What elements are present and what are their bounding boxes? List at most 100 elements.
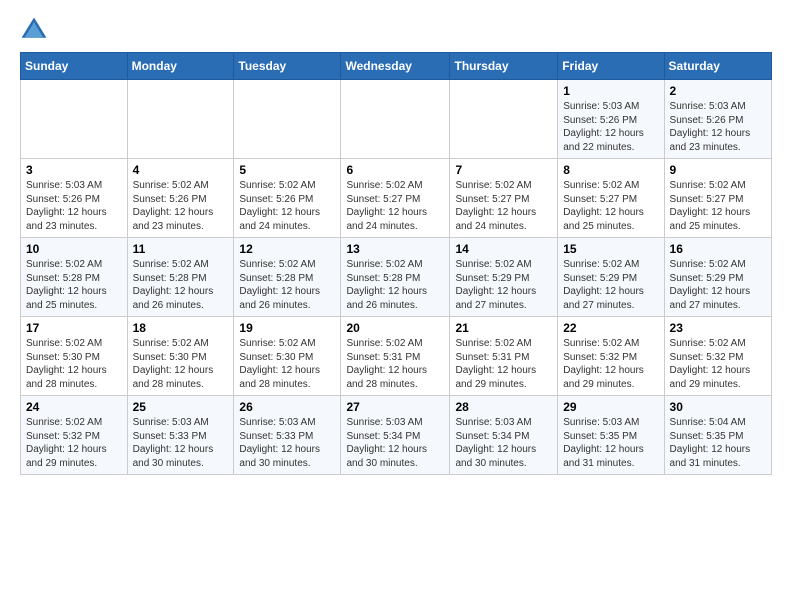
day-info: Sunrise: 5:02 AM Sunset: 5:29 PM Dayligh… bbox=[455, 258, 552, 312]
day-info: Sunrise: 5:02 AM Sunset: 5:28 PM Dayligh… bbox=[133, 258, 229, 312]
day-cell bbox=[21, 80, 128, 159]
day-number: 26 bbox=[239, 400, 335, 414]
day-cell: 5 Sunrise: 5:02 AM Sunset: 5:26 PM Daylig… bbox=[234, 159, 341, 238]
day-number: 22 bbox=[563, 321, 658, 335]
day-number: 3 bbox=[26, 163, 122, 177]
day-info: Sunrise: 5:03 AM Sunset: 5:35 PM Dayligh… bbox=[563, 416, 658, 470]
day-cell: 4Sunrise: 5:02 AM Sunset: 5:26 PM Daylig… bbox=[127, 159, 234, 238]
week-row-2: 3 Sunrise: 5:03 AM Sunset: 5:26 PM Daylig… bbox=[21, 159, 772, 238]
day-info: Sunrise: 5:02 AM Sunset: 5:29 PM Dayligh… bbox=[670, 258, 766, 312]
day-info: Sunrise: 5:02 AM Sunset: 5:30 PM Dayligh… bbox=[133, 337, 229, 391]
day-number: 5 bbox=[239, 163, 335, 177]
day-info: Sunrise: 5:02 AM Sunset: 5:30 PM Dayligh… bbox=[26, 337, 122, 391]
day-number: 28 bbox=[455, 400, 552, 414]
day-cell: 7 Sunrise: 5:02 AM Sunset: 5:27 PM Daylig… bbox=[450, 159, 558, 238]
day-cell: 19 Sunrise: 5:02 AM Sunset: 5:30 PM Dayli… bbox=[234, 317, 341, 396]
logo-icon bbox=[20, 16, 48, 44]
day-number: 23 bbox=[670, 321, 766, 335]
header bbox=[20, 16, 772, 44]
day-info: Sunrise: 5:02 AM Sunset: 5:27 PM Dayligh… bbox=[455, 179, 552, 233]
day-cell: 28 Sunrise: 5:03 AM Sunset: 5:34 PM Dayli… bbox=[450, 396, 558, 475]
day-info: Sunrise: 5:02 AM Sunset: 5:31 PM Dayligh… bbox=[455, 337, 552, 391]
day-info: Sunrise: 5:02 AM Sunset: 5:26 PM Dayligh… bbox=[239, 179, 335, 233]
day-cell: 13 Sunrise: 5:02 AM Sunset: 5:28 PM Dayli… bbox=[341, 238, 450, 317]
col-header-thursday: Thursday bbox=[450, 53, 558, 80]
col-header-wednesday: Wednesday bbox=[341, 53, 450, 80]
day-number: 12 bbox=[239, 242, 335, 256]
day-info: Sunrise: 5:02 AM Sunset: 5:27 PM Dayligh… bbox=[563, 179, 658, 233]
week-row-3: 10 Sunrise: 5:02 AM Sunset: 5:28 PM Dayli… bbox=[21, 238, 772, 317]
day-number: 8 bbox=[563, 163, 658, 177]
calendar-header-row: SundayMondayTuesdayWednesdayThursdayFrid… bbox=[21, 53, 772, 80]
day-cell: 20 Sunrise: 5:02 AM Sunset: 5:31 PM Dayli… bbox=[341, 317, 450, 396]
day-cell: 6 Sunrise: 5:02 AM Sunset: 5:27 PM Daylig… bbox=[341, 159, 450, 238]
day-number: 15 bbox=[563, 242, 658, 256]
day-cell: 21 Sunrise: 5:02 AM Sunset: 5:31 PM Dayli… bbox=[450, 317, 558, 396]
day-number: 24 bbox=[26, 400, 122, 414]
day-cell: 26 Sunrise: 5:03 AM Sunset: 5:33 PM Dayli… bbox=[234, 396, 341, 475]
day-number: 25 bbox=[133, 400, 229, 414]
day-cell: 24Sunrise: 5:02 AM Sunset: 5:32 PM Dayli… bbox=[21, 396, 128, 475]
col-header-friday: Friday bbox=[558, 53, 664, 80]
col-header-monday: Monday bbox=[127, 53, 234, 80]
week-row-1: 1Sunrise: 5:03 AM Sunset: 5:26 PM Daylig… bbox=[21, 80, 772, 159]
day-cell: 18 Sunrise: 5:02 AM Sunset: 5:30 PM Dayli… bbox=[127, 317, 234, 396]
day-cell: 29 Sunrise: 5:03 AM Sunset: 5:35 PM Dayli… bbox=[558, 396, 664, 475]
day-cell: 30Sunrise: 5:04 AM Sunset: 5:35 PM Dayli… bbox=[664, 396, 771, 475]
day-info: Sunrise: 5:02 AM Sunset: 5:26 PM Dayligh… bbox=[133, 179, 229, 233]
col-header-sunday: Sunday bbox=[21, 53, 128, 80]
day-number: 13 bbox=[346, 242, 444, 256]
week-row-5: 24Sunrise: 5:02 AM Sunset: 5:32 PM Dayli… bbox=[21, 396, 772, 475]
day-number: 10 bbox=[26, 242, 122, 256]
day-info: Sunrise: 5:02 AM Sunset: 5:31 PM Dayligh… bbox=[346, 337, 444, 391]
col-header-saturday: Saturday bbox=[664, 53, 771, 80]
day-info: Sunrise: 5:02 AM Sunset: 5:32 PM Dayligh… bbox=[563, 337, 658, 391]
day-info: Sunrise: 5:02 AM Sunset: 5:28 PM Dayligh… bbox=[26, 258, 122, 312]
day-cell bbox=[127, 80, 234, 159]
week-row-4: 17 Sunrise: 5:02 AM Sunset: 5:30 PM Dayli… bbox=[21, 317, 772, 396]
day-cell: 27 Sunrise: 5:03 AM Sunset: 5:34 PM Dayli… bbox=[341, 396, 450, 475]
day-cell: 1Sunrise: 5:03 AM Sunset: 5:26 PM Daylig… bbox=[558, 80, 664, 159]
day-number: 7 bbox=[455, 163, 552, 177]
day-number: 19 bbox=[239, 321, 335, 335]
day-info: Sunrise: 5:03 AM Sunset: 5:26 PM Dayligh… bbox=[26, 179, 122, 233]
day-info: Sunrise: 5:03 AM Sunset: 5:33 PM Dayligh… bbox=[239, 416, 335, 470]
day-cell: 11 Sunrise: 5:02 AM Sunset: 5:28 PM Dayli… bbox=[127, 238, 234, 317]
day-number: 11 bbox=[133, 242, 229, 256]
day-cell bbox=[341, 80, 450, 159]
day-info: Sunrise: 5:02 AM Sunset: 5:30 PM Dayligh… bbox=[239, 337, 335, 391]
day-cell: 8 Sunrise: 5:02 AM Sunset: 5:27 PM Daylig… bbox=[558, 159, 664, 238]
calendar: SundayMondayTuesdayWednesdayThursdayFrid… bbox=[20, 52, 772, 475]
day-number: 17 bbox=[26, 321, 122, 335]
day-number: 21 bbox=[455, 321, 552, 335]
day-info: Sunrise: 5:02 AM Sunset: 5:27 PM Dayligh… bbox=[670, 179, 766, 233]
day-number: 16 bbox=[670, 242, 766, 256]
day-number: 27 bbox=[346, 400, 444, 414]
day-info: Sunrise: 5:03 AM Sunset: 5:26 PM Dayligh… bbox=[563, 100, 658, 154]
day-cell: 25 Sunrise: 5:03 AM Sunset: 5:33 PM Dayli… bbox=[127, 396, 234, 475]
day-cell: 10 Sunrise: 5:02 AM Sunset: 5:28 PM Dayli… bbox=[21, 238, 128, 317]
day-info: Sunrise: 5:02 AM Sunset: 5:28 PM Dayligh… bbox=[239, 258, 335, 312]
day-info: Sunrise: 5:04 AM Sunset: 5:35 PM Dayligh… bbox=[670, 416, 766, 470]
day-info: Sunrise: 5:02 AM Sunset: 5:29 PM Dayligh… bbox=[563, 258, 658, 312]
day-number: 29 bbox=[563, 400, 658, 414]
day-cell: 16 Sunrise: 5:02 AM Sunset: 5:29 PM Dayli… bbox=[664, 238, 771, 317]
day-info: Sunrise: 5:03 AM Sunset: 5:26 PM Dayligh… bbox=[670, 100, 766, 154]
day-number: 20 bbox=[346, 321, 444, 335]
day-cell bbox=[234, 80, 341, 159]
day-number: 9 bbox=[670, 163, 766, 177]
day-info: Sunrise: 5:03 AM Sunset: 5:34 PM Dayligh… bbox=[455, 416, 552, 470]
day-cell: 9 Sunrise: 5:02 AM Sunset: 5:27 PM Daylig… bbox=[664, 159, 771, 238]
day-cell: 12 Sunrise: 5:02 AM Sunset: 5:28 PM Dayli… bbox=[234, 238, 341, 317]
day-cell: 14 Sunrise: 5:02 AM Sunset: 5:29 PM Dayli… bbox=[450, 238, 558, 317]
day-info: Sunrise: 5:03 AM Sunset: 5:33 PM Dayligh… bbox=[133, 416, 229, 470]
day-number: 6 bbox=[346, 163, 444, 177]
day-cell bbox=[450, 80, 558, 159]
day-info: Sunrise: 5:03 AM Sunset: 5:34 PM Dayligh… bbox=[346, 416, 444, 470]
day-cell: 15 Sunrise: 5:02 AM Sunset: 5:29 PM Dayli… bbox=[558, 238, 664, 317]
day-info: Sunrise: 5:02 AM Sunset: 5:28 PM Dayligh… bbox=[346, 258, 444, 312]
day-number: 18 bbox=[133, 321, 229, 335]
day-info: Sunrise: 5:02 AM Sunset: 5:32 PM Dayligh… bbox=[670, 337, 766, 391]
day-number: 14 bbox=[455, 242, 552, 256]
day-info: Sunrise: 5:02 AM Sunset: 5:27 PM Dayligh… bbox=[346, 179, 444, 233]
